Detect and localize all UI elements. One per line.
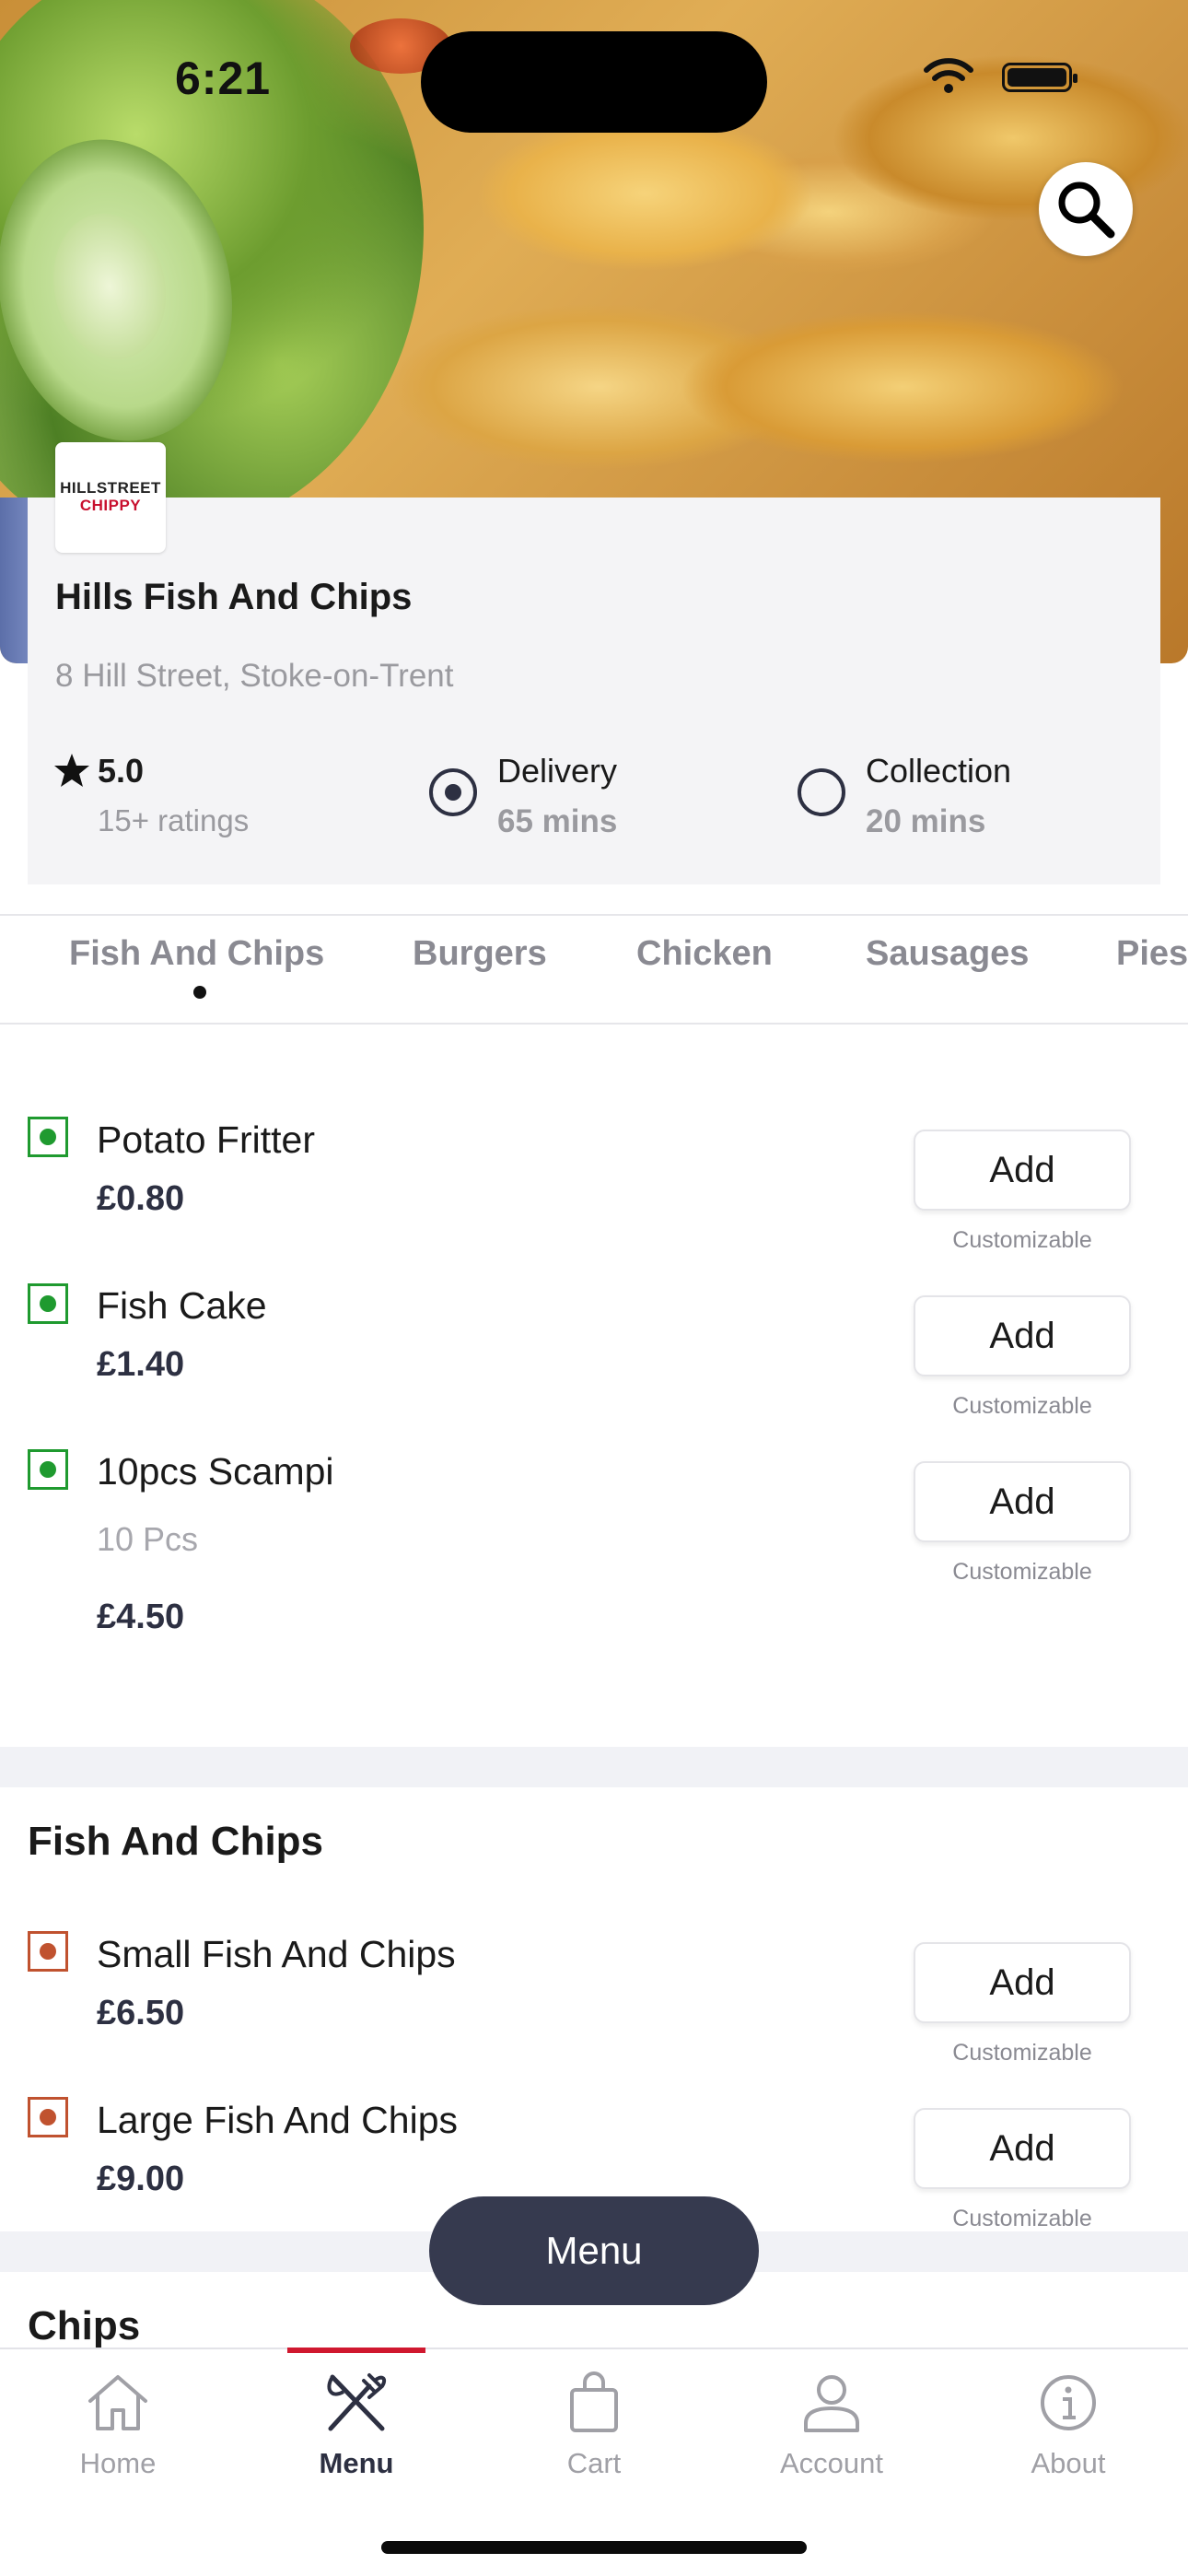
battery-icon [1002,63,1077,92]
veg-indicator-icon [28,1449,68,1490]
item-name: 10pcs Scampi [97,1450,334,1493]
add-button[interactable]: Add [914,1461,1131,1542]
veg-indicator-icon [28,1117,68,1157]
nav-cart[interactable]: Cart [502,2368,686,2480]
item-name: Fish Cake [97,1284,267,1327]
delivery-radio[interactable] [429,768,477,816]
item-price: £0.80 [97,1179,185,1218]
collection-radio[interactable] [798,768,845,816]
nonveg-indicator-icon [28,2097,68,2137]
add-button[interactable]: Add [914,1295,1131,1376]
item-name: Large Fish And Chips [97,2099,459,2141]
star-icon [54,754,89,787]
bag-icon [570,2371,618,2432]
section-title: Fish And Chips [28,1819,324,1864]
customizable-note: Customizable [952,2206,1092,2231]
item-description: 10 Pcs [97,1520,199,1558]
home-indicator [381,2541,807,2554]
rating-count: 15+ ratings [98,803,250,837]
wifi-icon [924,58,973,93]
tabs-divider-bottom [0,1023,1188,1025]
dynamic-island [421,31,767,133]
floating-menu-button[interactable]: Menu [429,2196,759,2305]
info-icon [1041,2375,1096,2430]
nav-menu[interactable]: Menu [264,2368,448,2480]
active-nav-indicator [287,2348,425,2353]
customizable-note: Customizable [952,1227,1092,1253]
collection-time: 20 mins [866,803,986,839]
logo-line-2: CHIPPY [79,497,142,514]
add-button[interactable]: Add [914,2108,1131,2189]
tab-sausages[interactable]: Sausages [866,934,1029,974]
section-title: Chips [28,2303,141,2348]
item-price: £1.40 [97,1345,185,1384]
search-button[interactable] [1039,162,1133,256]
nav-label: Menu [319,2447,394,2479]
nav-home[interactable]: Home [26,2368,210,2480]
active-tab-indicator [193,986,206,999]
search-icon [1058,181,1115,239]
add-button[interactable]: Add [914,1942,1131,2023]
restaurant-name: Hills Fish And Chips [55,577,413,617]
item-price: £4.50 [97,1598,185,1636]
section-separator [0,1747,1188,1787]
nav-label: Account [779,2447,883,2479]
status-time: 6:21 [175,53,272,104]
item-price: £9.00 [97,2160,185,2198]
restaurant-address: 8 Hill Street, Stoke-on-Trent [55,658,454,694]
item-name: Potato Fritter [97,1118,315,1161]
nonveg-indicator-icon [28,1931,68,1972]
restaurant-logo: HILLSTREET CHIPPY [55,442,166,553]
delivery-time: 65 mins [497,803,618,839]
nav-label: Cart [566,2447,622,2479]
tab-pies[interactable]: Pies [1116,934,1188,974]
tab-burgers[interactable]: Burgers [413,934,547,974]
home-icon [88,2375,147,2430]
rating-value: 5.0 [98,752,145,790]
nav-label: About [1031,2447,1106,2479]
customizable-note: Customizable [952,1393,1092,1419]
logo-line-1: HILLSTREET [60,479,161,498]
item-price: £6.50 [97,1994,185,2032]
customizable-note: Customizable [952,2040,1092,2066]
delivery-label: Delivery [497,752,618,790]
nav-about[interactable]: About [976,2368,1160,2480]
veg-indicator-icon [28,1283,68,1324]
fork-knife-icon [327,2373,387,2431]
tab-chicken[interactable]: Chicken [636,934,773,974]
customizable-note: Customizable [952,1559,1092,1585]
collection-label: Collection [866,752,1012,790]
tab-fish-and-chips[interactable]: Fish And Chips [69,934,324,974]
tabs-divider-top [0,914,1188,916]
nav-label: Home [79,2447,157,2479]
user-icon [804,2375,859,2432]
item-name: Small Fish And Chips [97,1933,456,1975]
nav-account[interactable]: Account [740,2368,924,2480]
add-button[interactable]: Add [914,1130,1131,1211]
tab-pies-clip: Pies [1116,934,1188,974]
